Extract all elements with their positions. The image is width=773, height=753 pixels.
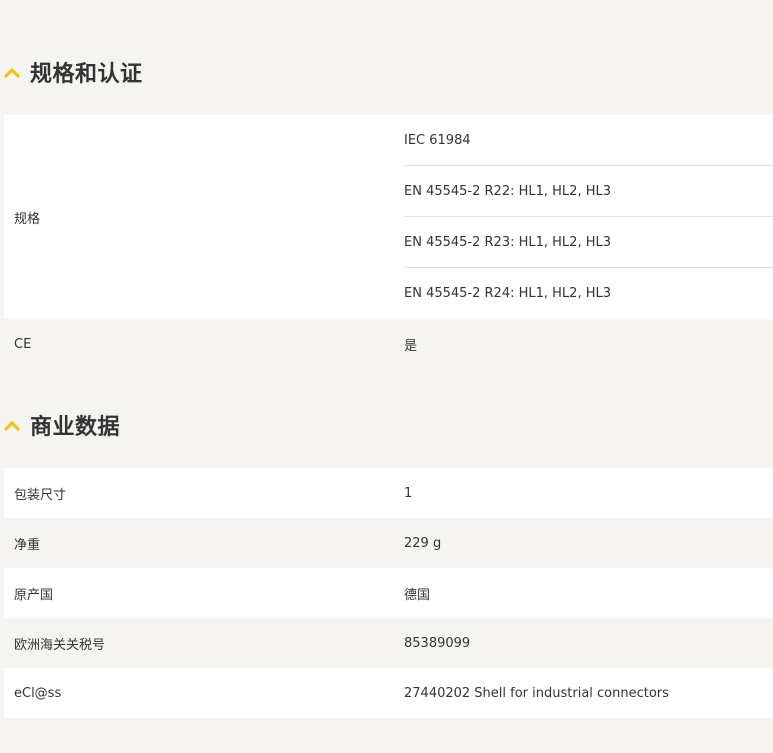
row-value: EN 45545-2 R22: HL1, HL2, HL3 [404,166,773,217]
row-value: 1 [404,485,413,501]
table-row: 欧洲海关关税号 85389099 [4,618,773,668]
row-value: 27440202 Shell for industrial connectors [404,685,669,701]
section-title: 商业数据 [30,415,121,440]
table-row: 规格 IEC 61984 EN 45545-2 R22: HL1, HL2, H… [4,115,773,319]
row-value: IEC 61984 [404,115,773,166]
table-row: 包装尺寸 1 [4,468,773,518]
row-label: eCl@ss [14,685,62,701]
chevron-up-icon[interactable] [4,66,20,78]
row-value: 85389099 [404,635,471,651]
row-label: 净重 [14,537,41,553]
row-value: 是 [404,338,418,354]
row-value: 德国 [404,587,431,603]
section-header-commercial[interactable]: 商业数据 [4,409,120,441]
table-row: 原产国 德国 [4,568,773,618]
specs-table: 规格 IEC 61984 EN 45545-2 R22: HL1, HL2, H… [4,115,773,369]
commercial-table: 包装尺寸 1 净重 229 g 原产国 德国 欧洲海关关税号 85389099 … [4,468,773,718]
section-title: 规格和认证 [30,62,143,87]
table-row: CE 是 [4,319,773,369]
product-details-page: 规格和认证 规格 IEC 61984 EN 45545-2 R22: HL1, … [0,0,773,753]
row-value: EN 45545-2 R23: HL1, HL2, HL3 [404,217,773,268]
row-value: 229 g [404,535,442,551]
table-row: 净重 229 g [4,518,773,568]
row-label: CE [14,336,32,352]
row-label: 欧洲海关关税号 [14,637,106,653]
row-value: EN 45545-2 R24: HL1, HL2, HL3 [404,286,612,301]
row-label: 原产国 [14,587,54,603]
section-header-specs[interactable]: 规格和认证 [4,56,143,88]
chevron-up-icon[interactable] [4,419,20,431]
table-row: eCl@ss 27440202 Shell for industrial con… [4,668,773,718]
row-label: 包装尺寸 [14,487,67,503]
row-values-list: IEC 61984 EN 45545-2 R22: HL1, HL2, HL3 … [404,115,773,319]
row-label: 规格 [14,211,41,227]
